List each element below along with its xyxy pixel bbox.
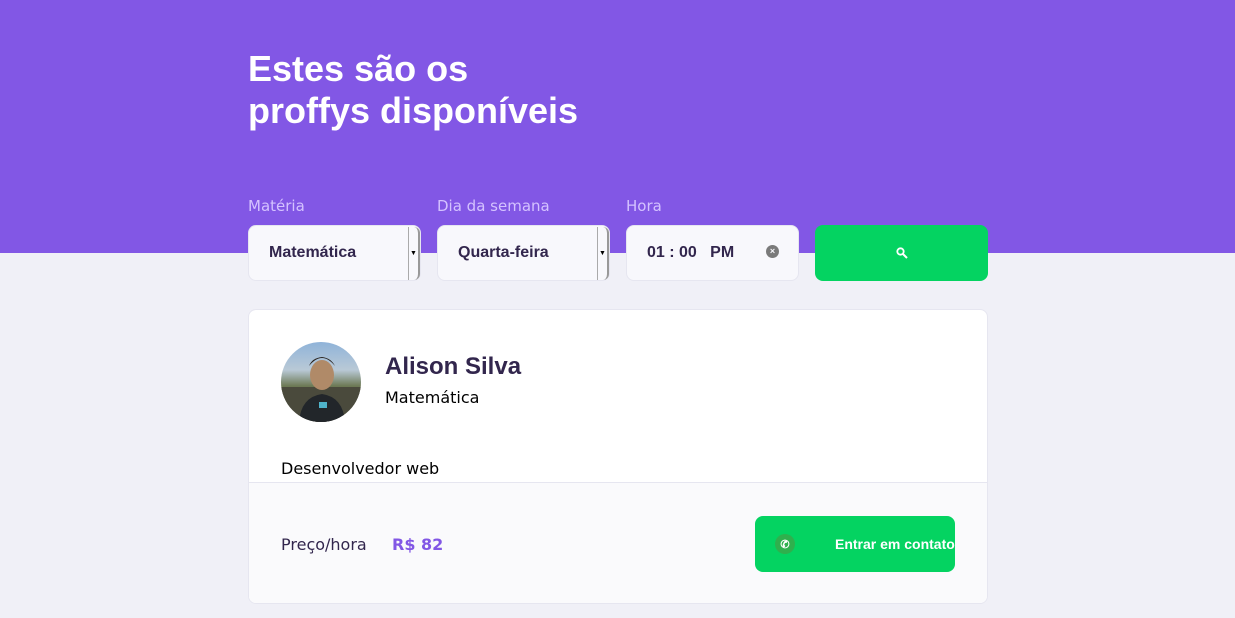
teacher-avatar: [281, 342, 361, 422]
clear-icon[interactable]: ×: [766, 245, 779, 258]
page-title: Estes são os proffys disponíveis: [248, 48, 668, 132]
time-label: Hora: [626, 197, 662, 215]
price-value: R$ 82: [392, 535, 444, 554]
teacher-name: Alison Silva: [385, 353, 522, 380]
weekday-label: Dia da semana: [437, 197, 550, 215]
teacher-bio: Desenvolvedor web: [281, 459, 440, 478]
teacher-card: Alison Silva Matemática Desenvolvedor we…: [248, 309, 988, 604]
price-label: Preço/hora: [281, 535, 367, 554]
subject-label: Matéria: [248, 197, 305, 215]
teacher-card-footer: Preço/hora R$ 82 ✆ Entrar em contato: [249, 482, 987, 603]
contact-button[interactable]: ✆ Entrar em contato: [755, 516, 955, 572]
weekday-select-value: Quarta-feira: [458, 244, 549, 261]
time-input[interactable]: 01 : 00 PM ×: [626, 225, 799, 281]
contact-button-label: Entrar em contato: [835, 536, 955, 552]
whatsapp-icon: ✆: [775, 534, 795, 554]
page-header: Estes são os proffys disponíveis: [0, 0, 1235, 253]
subject-select-value: Matemática: [269, 244, 357, 261]
search-button[interactable]: [815, 225, 988, 281]
weekday-select[interactable]: Quarta-feira ▼: [437, 225, 610, 281]
page-title-line-2: proffys disponíveis: [248, 90, 579, 131]
chevron-down-icon[interactable]: ▼: [408, 227, 420, 280]
search-icon: [895, 247, 908, 259]
page-title-line-1: Estes são os: [248, 48, 469, 89]
teacher-subject: Matemática: [385, 388, 480, 407]
subject-select[interactable]: Matemática ▼: [248, 225, 421, 281]
time-input-value: 01 : 00 PM: [647, 244, 735, 261]
chevron-down-icon[interactable]: ▼: [597, 227, 609, 280]
avatar-photo: [281, 357, 361, 422]
